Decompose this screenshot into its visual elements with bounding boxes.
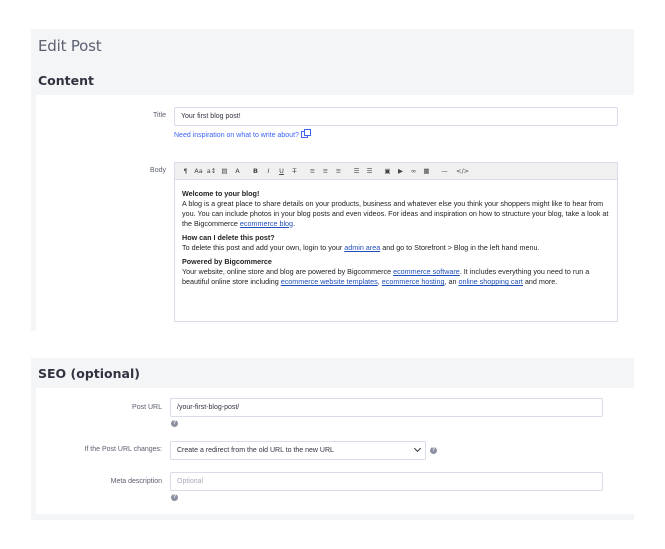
shopping-cart-link[interactable]: online shopping cart (459, 277, 523, 286)
url-change-value: Create a redirect from the old URL to th… (177, 447, 334, 454)
image-icon[interactable]: ▣ (381, 165, 394, 178)
inspiration-link-label: Need inspiration on what to write about? (174, 132, 299, 139)
url-change-select[interactable]: Create a redirect from the old URL to th… (170, 441, 426, 460)
delete-text: To delete this post and add your own, lo… (182, 243, 345, 253)
powered-text-end: and more. (522, 277, 558, 287)
powered-text-4: , an (444, 277, 459, 287)
body-label: Body (150, 167, 166, 174)
welcome-heading: Welcome to your blog! (182, 189, 260, 198)
content-section-title: Content (38, 73, 94, 88)
strikethrough-icon[interactable]: T̶ (288, 165, 301, 178)
editor-toolbar: ¶ Aa a↕ ▤ A B I U T̶ ≡ ≡ ≡ ☰ ☰ ▣ ▶ ∞ ▦ —… (175, 163, 617, 180)
meta-description-help-icon[interactable]: ? (171, 494, 178, 501)
title-input[interactable]: Your first blog post! (174, 107, 618, 126)
horizontal-rule-icon[interactable]: — (438, 165, 451, 178)
ecommerce-blog-link[interactable]: ecommerce blog (240, 219, 293, 228)
font-family-icon[interactable]: Aa (192, 165, 205, 178)
external-link-icon (300, 129, 311, 138)
website-templates-link[interactable]: ecommerce website templates (281, 277, 378, 286)
delete-heading: How can I delete this post? (182, 233, 275, 243)
url-change-help-icon[interactable]: ? (430, 447, 437, 454)
powered-text: Your website, online store and blog are … (182, 267, 394, 277)
numbered-list-icon[interactable]: ☰ (363, 165, 376, 178)
align-right-icon[interactable]: ≡ (332, 165, 345, 178)
bold-icon[interactable]: B (249, 165, 262, 178)
seo-section-title: SEO (optional) (38, 366, 140, 381)
ecommerce-software-link[interactable]: ecommerce software (393, 267, 460, 276)
align-center-icon[interactable]: ≡ (319, 165, 332, 178)
video-icon[interactable]: ▶ (394, 165, 407, 178)
text-color-icon[interactable]: A (231, 165, 244, 178)
ecommerce-hosting-link[interactable]: ecommerce hosting (382, 277, 445, 286)
bullet-list-icon[interactable]: ☰ (350, 165, 363, 178)
meta-description-input[interactable]: Optional (170, 472, 603, 491)
url-change-label: If the Post URL changes: (84, 446, 162, 453)
table-icon[interactable]: ▦ (420, 165, 433, 178)
title-label: Title (153, 112, 166, 119)
code-view-icon[interactable]: </> (456, 165, 469, 178)
post-url-input[interactable]: /your-first-blog-post/ (170, 398, 603, 417)
powered-heading: Powered by Bigcommerce (182, 257, 272, 267)
align-left-icon[interactable]: ≡ (306, 165, 319, 178)
page-title: Edit Post (38, 37, 102, 55)
editor-content[interactable]: Welcome to your blog! A blog is a great … (175, 180, 617, 287)
font-size-icon[interactable]: a↕ (205, 165, 218, 178)
italic-icon[interactable]: I (262, 165, 275, 178)
post-url-help-icon[interactable]: ? (171, 420, 178, 427)
paragraph-icon[interactable]: ¶ (179, 165, 192, 178)
admin-area-link[interactable]: admin area (344, 243, 380, 252)
text-background-icon[interactable]: ▤ (218, 165, 231, 178)
delete-text-end: and go to Storefront > Blog in the left … (380, 243, 540, 253)
meta-description-label: Meta description (110, 478, 162, 485)
body-editor[interactable]: ¶ Aa a↕ ▤ A B I U T̶ ≡ ≡ ≡ ☰ ☰ ▣ ▶ ∞ ▦ —… (174, 162, 618, 322)
chevron-down-icon (413, 444, 422, 453)
link-icon[interactable]: ∞ (407, 165, 420, 178)
post-url-label: Post URL (132, 404, 162, 411)
welcome-text-end: . (293, 218, 296, 228)
underline-icon[interactable]: U (275, 165, 288, 178)
inspiration-link[interactable]: Need inspiration on what to write about? (174, 129, 311, 139)
